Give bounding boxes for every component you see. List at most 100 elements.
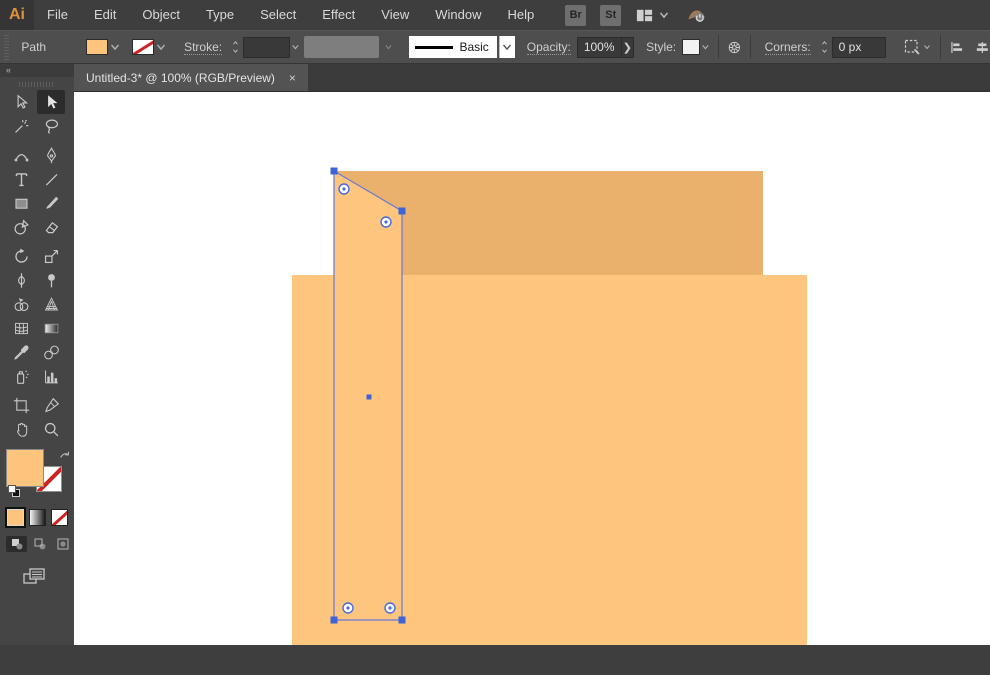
change-screen-mode-button[interactable]	[22, 566, 46, 586]
align-center-icon[interactable]	[975, 38, 990, 57]
stroke-style-dropdown[interactable]: Basic	[409, 36, 497, 58]
corners-stepper[interactable]	[819, 39, 830, 55]
gpu-performance-icon[interactable]	[685, 4, 707, 26]
stroke-weight-label[interactable]: Stroke:	[184, 40, 223, 55]
corner-widget[interactable]	[384, 602, 396, 614]
menu-edit[interactable]: Edit	[81, 0, 129, 30]
selection-tool[interactable]	[37, 90, 65, 114]
bridge-button[interactable]: Br	[565, 4, 587, 26]
anchor-point[interactable]	[330, 167, 338, 175]
document-tab[interactable]: Untitled-3* @ 100% (RGB/Preview) ×	[74, 64, 308, 91]
brush-definition-dropdown	[304, 36, 379, 58]
curvature-tool[interactable]	[7, 143, 35, 167]
pen-tool[interactable]	[37, 143, 65, 167]
transform-options-icon[interactable]	[902, 37, 922, 57]
default-fill-stroke-icon[interactable]	[8, 485, 20, 497]
shaper-tool[interactable]	[7, 215, 35, 239]
artboard-canvas[interactable]	[74, 92, 990, 645]
menu-help[interactable]: Help	[494, 0, 547, 30]
gradient-tool[interactable]	[37, 316, 65, 340]
stroke-weight-stepper[interactable]	[230, 39, 241, 55]
column-graph-tool[interactable]	[37, 364, 65, 388]
menu-file[interactable]: File	[34, 0, 81, 30]
arrange-documents-button[interactable]	[635, 6, 671, 25]
document-tab-title: Untitled-3* @ 100% (RGB/Preview)	[86, 70, 275, 85]
anchor-point[interactable]	[330, 616, 338, 624]
corner-widget[interactable]	[342, 602, 354, 614]
align-left-icon[interactable]	[949, 38, 964, 57]
stroke-chevron-icon[interactable]	[154, 40, 168, 54]
stroke-preview-line	[415, 45, 454, 49]
menu-type[interactable]: Type	[193, 0, 247, 30]
puppet-warp-tool[interactable]	[37, 268, 65, 292]
perspective-grid-tool[interactable]	[37, 292, 65, 316]
draw-behind-button[interactable]	[29, 536, 50, 552]
menu-effect[interactable]: Effect	[309, 0, 368, 30]
panel-collapse-button[interactable]: «	[0, 64, 74, 77]
illustrator-logo: Ai	[0, 0, 34, 30]
recolor-artwork-icon[interactable]	[727, 38, 742, 57]
selection-center-point[interactable]	[366, 394, 372, 400]
tab-close-icon[interactable]: ×	[289, 71, 296, 85]
fill-stroke-widget	[6, 449, 70, 497]
line-segment-tool[interactable]	[37, 167, 65, 191]
rotate-tool[interactable]	[7, 244, 35, 268]
stroke-color-swatch[interactable]	[132, 39, 155, 55]
blend-tool[interactable]	[37, 340, 65, 364]
none-button[interactable]	[51, 509, 68, 526]
anchor-point[interactable]	[398, 616, 406, 624]
fill-swatch[interactable]	[6, 449, 44, 487]
artboard-tool[interactable]	[7, 393, 35, 417]
fill-chevron-icon[interactable]	[108, 40, 122, 54]
document-tab-bar: Untitled-3* @ 100% (RGB/Preview) ×	[74, 64, 990, 92]
gradient-button[interactable]	[29, 509, 46, 526]
anchor-point[interactable]	[398, 207, 406, 215]
color-button[interactable]	[5, 507, 26, 528]
graphic-style-swatch[interactable]	[682, 39, 700, 55]
menu-view[interactable]: View	[368, 0, 422, 30]
chevron-down-icon[interactable]	[922, 40, 932, 54]
eyedropper-tool[interactable]	[7, 340, 35, 364]
panel-grip[interactable]	[4, 34, 10, 60]
selection-type-label: Path	[21, 40, 47, 54]
scale-tool[interactable]	[37, 244, 65, 268]
symbol-sprayer-tool[interactable]	[7, 364, 35, 388]
opacity-input[interactable]: 100%	[576, 36, 622, 58]
stroke-weight-input[interactable]	[243, 36, 290, 58]
corner-widget[interactable]	[338, 183, 350, 195]
stock-button[interactable]: St	[600, 4, 622, 26]
type-tool[interactable]	[7, 167, 35, 191]
rectangle-tool[interactable]	[7, 191, 35, 215]
menu-window[interactable]: Window	[422, 0, 494, 30]
stepper-down-icon[interactable]	[819, 47, 830, 55]
menu-object[interactable]: Object	[129, 0, 193, 30]
mesh-tool[interactable]	[7, 316, 35, 340]
corners-input[interactable]: 0 px	[831, 36, 886, 58]
opacity-label[interactable]: Opacity:	[526, 40, 571, 55]
width-tool[interactable]	[7, 268, 35, 292]
fill-color-swatch[interactable]	[86, 39, 109, 55]
opacity-expand-button[interactable]: ❯	[621, 36, 635, 58]
panel-drag-grip[interactable]	[19, 82, 55, 87]
hand-tool[interactable]	[7, 417, 35, 441]
stepper-down-icon[interactable]	[230, 47, 241, 55]
swap-fill-stroke-icon[interactable]	[58, 449, 71, 462]
draw-inside-button[interactable]	[52, 536, 73, 552]
magic-wand-tool[interactable]	[7, 114, 35, 138]
eraser-tool[interactable]	[37, 215, 65, 239]
style-chevron-icon[interactable]	[700, 40, 711, 54]
slice-tool[interactable]	[37, 393, 65, 417]
corner-widget[interactable]	[380, 216, 392, 228]
shape-builder-tool[interactable]	[7, 292, 35, 316]
stepper-up-icon[interactable]	[230, 39, 241, 47]
zoom-tool[interactable]	[37, 417, 65, 441]
stroke-style-chevron[interactable]	[498, 36, 515, 58]
menu-select[interactable]: Select	[247, 0, 309, 30]
lasso-tool[interactable]	[37, 114, 65, 138]
stroke-weight-chevron-icon[interactable]	[290, 40, 301, 54]
stepper-up-icon[interactable]	[819, 39, 830, 47]
corners-label[interactable]: Corners:	[764, 40, 811, 55]
draw-normal-button[interactable]	[6, 536, 27, 552]
direct-selection-tool[interactable]	[7, 90, 35, 114]
paintbrush-tool[interactable]	[37, 191, 65, 215]
